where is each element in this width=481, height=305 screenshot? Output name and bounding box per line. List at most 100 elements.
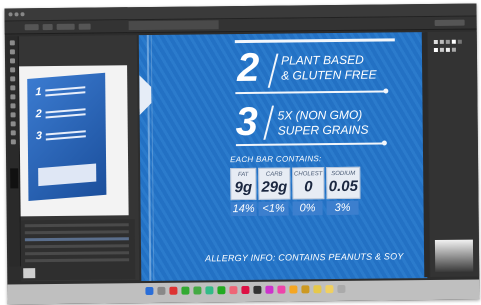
finder-icon[interactable] [145,286,154,296]
divider-line [234,38,395,44]
nutrition-box-cholest: CHOLEST 0 [292,167,325,200]
swatch[interactable] [445,47,450,52]
fill-stroke-swatch[interactable] [10,168,19,189]
divider-line [235,90,386,95]
gradient-tool-icon[interactable] [10,112,16,118]
nutrition-label: FAT [237,171,249,179]
rotate-tool-icon[interactable] [10,94,16,100]
nutrition-box-carb: CARB 29g [258,167,291,200]
feature-text: & GLUTEN FREE [281,67,377,83]
swatch[interactable] [433,47,438,52]
option-control[interactable] [78,23,91,30]
feature-divider-slash [267,53,279,88]
layer-row[interactable] [25,258,130,263]
swatch[interactable] [445,39,450,44]
swatch[interactable] [439,47,444,52]
feature-text: PLANT BASED [280,52,364,68]
nutrition-value: 0.05 [328,177,359,196]
nutrition-value: 29g [261,178,288,196]
app-icon[interactable] [265,285,274,294]
layer-row[interactable] [24,223,129,228]
thumbnail-text-line [45,135,86,141]
divider-end-dot [383,88,389,94]
app-icon[interactable] [217,286,226,295]
app-icon[interactable] [205,286,214,295]
thumbnail-text-line [45,91,86,97]
package-mockup: 1 2 3 [27,72,107,201]
app-icon[interactable] [301,285,310,294]
workspace-switcher[interactable] [434,19,465,26]
app-icon[interactable] [289,285,298,294]
app-icon[interactable] [253,285,262,294]
app-icon[interactable] [229,286,238,295]
color-swatch[interactable] [23,268,36,279]
layer-row[interactable] [24,230,129,235]
package-preview: 1 2 3 [19,65,129,217]
document-tab[interactable] [128,20,219,31]
nutrition-label: CARB [265,171,283,178]
option-control[interactable] [56,23,75,30]
thumbnail-number: 2 [35,107,42,121]
daily-percent-carb: <1% [258,201,289,216]
app-icon[interactable] [277,285,286,294]
layers-panel [20,219,136,281]
app-icon[interactable] [181,286,190,295]
dock [7,279,480,305]
app-icon[interactable] [157,286,166,295]
direct-select-tool-icon[interactable] [9,49,15,55]
gradient-preview [434,239,474,272]
feature-number-3: 3 [235,99,259,145]
allergy-info: ALLERGY INFO: CONTAINS PEANUTS & SOY [205,251,404,264]
nutrition-box-sodium: SODIUM 0.05 [326,166,361,200]
option-control[interactable] [24,24,39,31]
editor-screen: 1 2 3 2 PLANT BASED & GLUTEN FREE 3 5X (… [4,3,480,305]
layer-row-selected[interactable] [24,237,129,242]
daily-percent-fat: 14% [230,201,257,217]
swatch[interactable] [451,47,456,52]
select-tool-icon[interactable] [9,40,15,46]
nutrition-label: SODIUM [331,170,356,178]
close-window-icon[interactable] [8,12,13,17]
layer-row[interactable] [25,251,130,256]
app-icon[interactable] [169,286,178,295]
eyedropper-tool-icon[interactable] [10,121,16,127]
each-bar-heading: EACH BAR CONTAINS: [230,154,322,165]
swatch[interactable] [451,39,456,44]
nutrition-label: CHOLEST [294,171,323,178]
brush-tool-icon[interactable] [10,85,16,91]
divider-line [235,142,384,147]
scale-tool-icon[interactable] [10,103,16,109]
option-control[interactable] [42,23,53,31]
feature-text: SUPER GRAINS [277,122,369,138]
swatch[interactable] [457,39,462,44]
shape-tool-icon[interactable] [10,76,16,82]
package-edge-shape [139,75,151,115]
zoom-window-icon[interactable] [20,12,25,17]
type-tool-icon[interactable] [10,67,16,73]
feature-number-2: 2 [236,45,260,91]
daily-percent-cholest: 0% [292,201,323,216]
daily-percent-sodium: 3% [326,200,359,216]
package-fold-line [150,34,155,281]
thumbnail-number: 1 [35,85,42,99]
app-icon[interactable] [313,285,322,294]
divider-end-dot [381,140,387,146]
pen-tool-icon[interactable] [9,58,16,64]
minimize-window-icon[interactable] [14,12,19,17]
swatch[interactable] [439,39,444,44]
artboard-canvas[interactable]: 2 PLANT BASED & GLUTEN FREE 3 5X (NON GM… [138,32,428,282]
nutrition-box-fat: FAT 9g [230,167,257,201]
app-icon[interactable] [325,285,334,294]
feature-text: 5X (NON GMO) [277,107,363,123]
thumbnail-nutrition-box [38,163,97,187]
zoom-tool-icon[interactable] [10,139,16,145]
nutrition-value: 0 [304,178,313,196]
app-icon[interactable] [193,286,202,295]
hand-tool-icon[interactable] [10,130,16,136]
swatch[interactable] [433,39,438,44]
app-icon[interactable] [337,284,346,294]
thumbnail-text-line [45,113,86,119]
layer-row[interactable] [24,244,129,249]
app-icon[interactable] [241,285,250,295]
feature-divider-slash [263,105,275,140]
